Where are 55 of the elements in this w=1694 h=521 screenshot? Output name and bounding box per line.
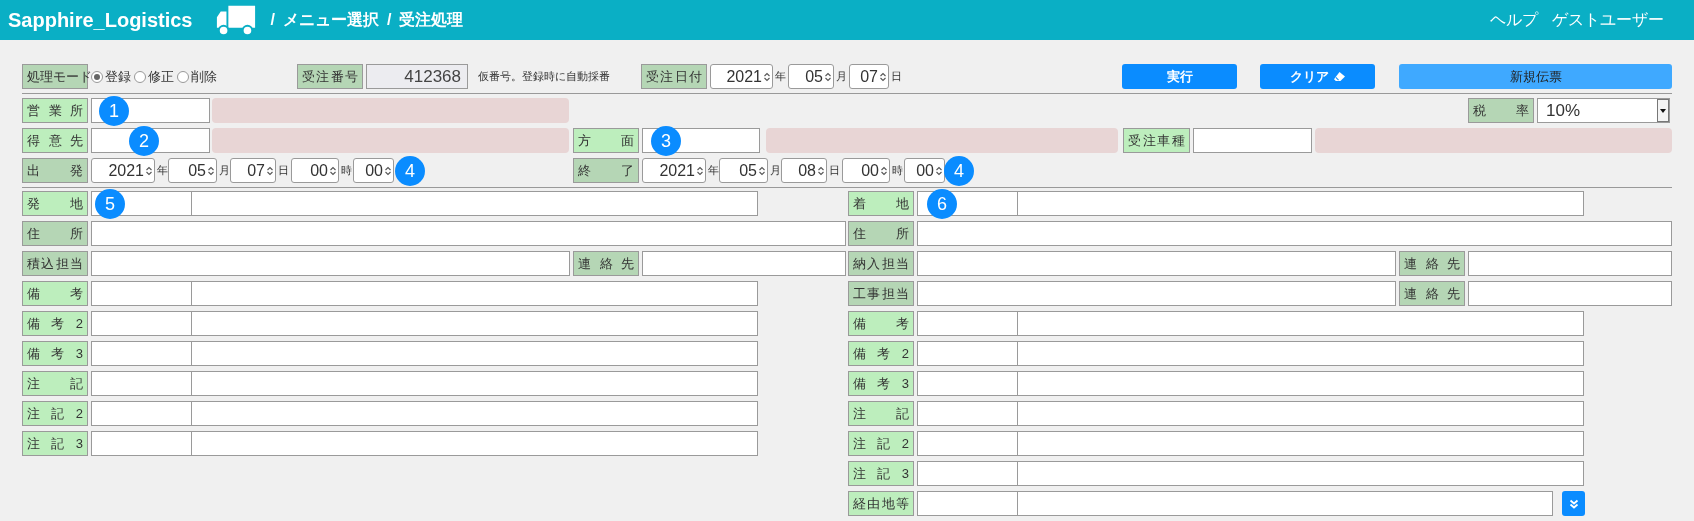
field-label: 備考 <box>22 281 88 306</box>
field-label: 備考 <box>848 311 914 336</box>
field-label: 住所 <box>848 221 914 246</box>
step-number-tooltip: 5 <box>95 189 125 219</box>
unit-label: 日 <box>828 163 841 179</box>
field-label: 発地 <box>22 191 88 216</box>
unit-label: 月 <box>218 163 230 179</box>
field-label: 備考2 <box>848 341 914 366</box>
field-label: 受注日付 <box>641 64 707 89</box>
field-label: 備考3 <box>22 341 88 366</box>
field-label: 出発 <box>22 158 88 183</box>
step-number-tooltip: 1 <box>99 96 129 126</box>
field-label: 税率 <box>1468 98 1534 123</box>
step-number-tooltip: 4 <box>944 156 974 186</box>
field-label: 工事担当 <box>848 281 914 306</box>
step-number-tooltip: 4 <box>395 156 425 186</box>
field-label: 連絡先 <box>1399 251 1465 276</box>
unit-label: 年 <box>774 69 787 85</box>
field-label: 注記 <box>848 401 914 426</box>
field-label: 終了 <box>573 158 639 183</box>
field-label: 納入担当 <box>848 251 914 276</box>
unit-label: 月 <box>769 163 781 179</box>
breadcrumb-separator: / <box>386 10 392 30</box>
field-label: 積込担当 <box>22 251 88 276</box>
unit-label: 時 <box>340 163 353 179</box>
field-label: 方面 <box>573 128 639 153</box>
unit-label: 月 <box>835 69 848 85</box>
field-label: 得意先 <box>22 128 88 153</box>
hint-text: 仮番号。登録時に自動採番 <box>478 69 610 85</box>
field-label: 受注番号 <box>297 64 363 89</box>
field-label: 受注車種 <box>1123 128 1190 153</box>
field-label: 注記2 <box>848 431 914 456</box>
order-number-field: 412368 <box>366 64 468 89</box>
field-label: 注記 <box>22 371 88 396</box>
step-number-tooltip: 3 <box>651 126 681 156</box>
field-label: 着地 <box>848 191 914 216</box>
field-label: 連絡先 <box>573 251 639 276</box>
unit-label: 日 <box>277 163 290 179</box>
unit-label: 日 <box>890 69 903 85</box>
field-label: 注記3 <box>848 461 914 486</box>
step-number-tooltip: 6 <box>927 189 957 219</box>
field-label: 住所 <box>22 221 88 246</box>
field-label: 備考2 <box>22 311 88 336</box>
breadcrumb-separator: / <box>270 10 275 30</box>
field-label: 注記3 <box>22 431 88 456</box>
field-label: 営業所 <box>22 98 88 123</box>
unit-label: 時 <box>891 163 904 179</box>
field-label: 備考3 <box>848 371 914 396</box>
field-label: 注記2 <box>22 401 88 426</box>
field-label: 経由地等 <box>848 491 914 516</box>
unit-label: 年 <box>707 163 719 179</box>
field-label: 処理モード <box>22 64 88 89</box>
unit-label: 年 <box>156 163 168 179</box>
field-label: 連絡先 <box>1399 281 1465 306</box>
step-number-tooltip: 2 <box>129 126 159 156</box>
